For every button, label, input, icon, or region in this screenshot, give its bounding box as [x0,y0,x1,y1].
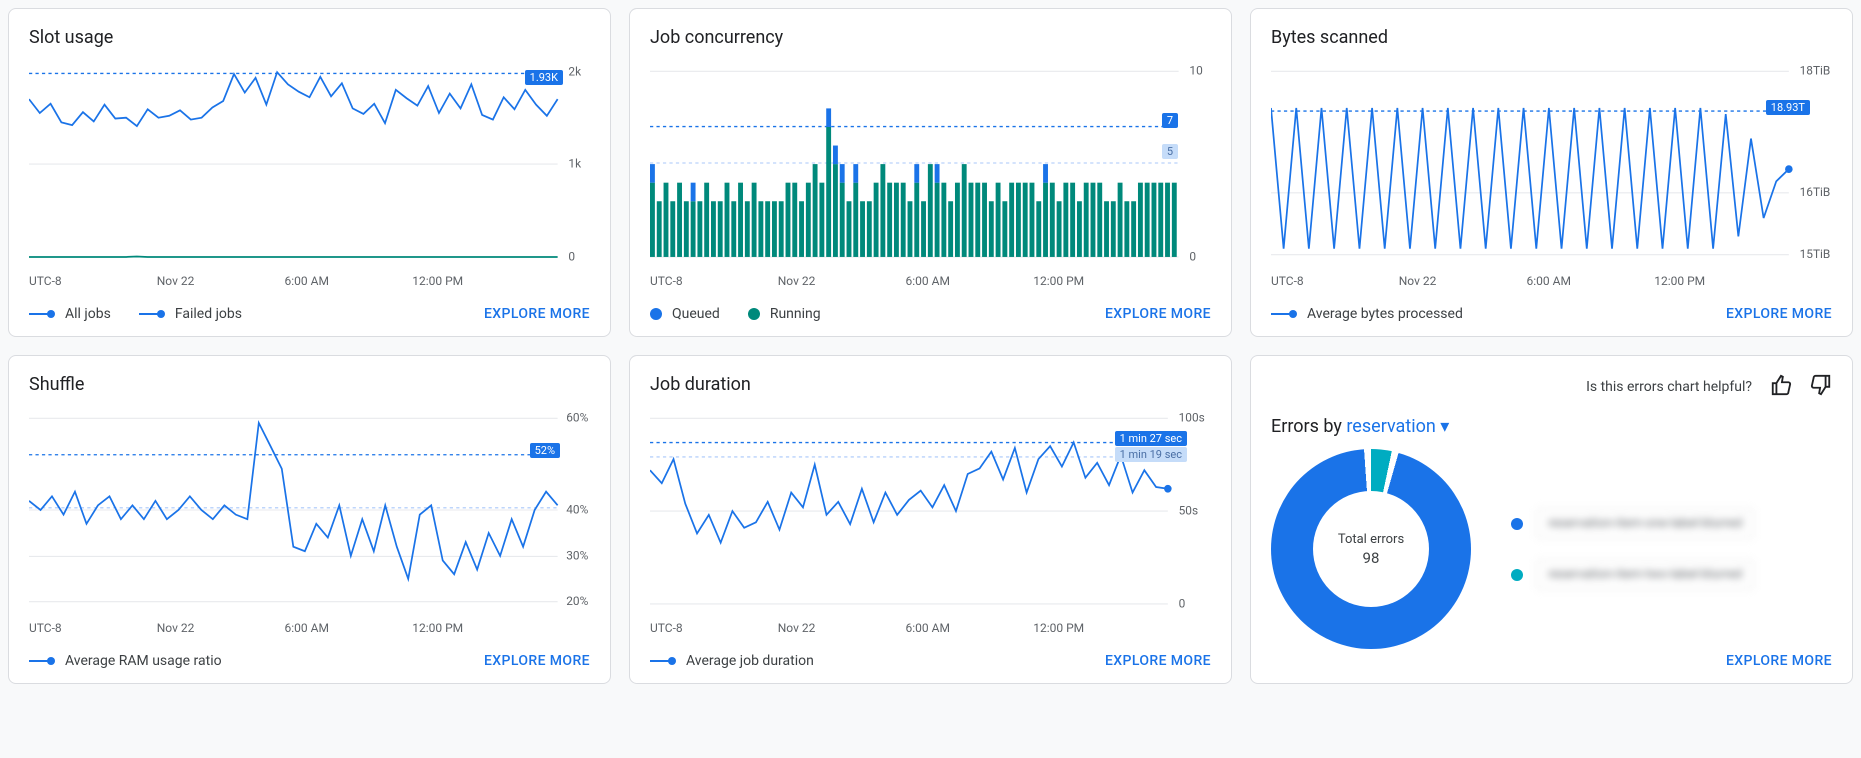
svg-text:30%: 30% [566,549,588,563]
explore-more-link[interactable]: EXPLORE MORE [1726,653,1832,669]
card-errors: Is this errors chart helpful? Errors by … [1250,355,1853,684]
svg-text:50s: 50s [1179,503,1198,517]
card-title: Job duration [650,374,1211,395]
card-slot-usage: Slot usage 2k 1k 0 1.93K UTC-8Nov 226:00… [8,8,611,337]
donut-chart: Total errors 98 [1271,449,1471,649]
explore-more-link[interactable]: EXPLORE MORE [484,306,590,322]
badge-light: 1 min 19 sec [1115,447,1187,462]
chart-shuffle: 60% 40% 30% 20% 52% [29,405,590,615]
svg-text:2k: 2k [568,65,582,79]
chart-job-duration: 100s 50s 0 1 min 27 sec 1 min 19 sec [650,405,1211,615]
errors-title: Errors by reservation ▾ [1271,416,1832,437]
legend-label: Average RAM usage ratio [65,653,222,669]
card-shuffle: Shuffle 60% 40% 30% 20% 52% UTC-8Nov 226… [8,355,611,684]
explore-more-link[interactable]: EXPLORE MORE [1105,653,1211,669]
card-title: Job concurrency [650,27,1211,48]
svg-text:60%: 60% [566,410,588,424]
explore-more-link[interactable]: EXPLORE MORE [484,653,590,669]
svg-text:0: 0 [1189,249,1196,263]
x-axis: UTC-8Nov 226:00 AM12:00 PM [650,274,1211,288]
groupby-dropdown[interactable]: reservation ▾ [1346,416,1449,437]
legend-item[interactable]: reservation-item-two-label-blurred [1511,560,1753,589]
svg-text:20%: 20% [566,594,588,608]
explore-more-link[interactable]: EXPLORE MORE [1105,306,1211,322]
svg-text:100s: 100s [1179,410,1205,424]
card-job-duration: Job duration 100s 50s 0 1 min 27 sec 1 m… [629,355,1232,684]
legend-label: Average job duration [686,653,814,669]
badge-light: 5 [1162,144,1178,159]
legend-label: Queued [672,306,720,322]
feedback-row: Is this errors chart helpful? [1271,374,1832,400]
svg-text:10: 10 [1189,63,1203,77]
legend: Average bytes processed [1271,306,1463,322]
svg-text:16TiB: 16TiB [1800,185,1831,199]
card-title: Slot usage [29,27,590,48]
card-title: Shuffle [29,374,590,395]
badge: 1 min 27 sec [1115,431,1187,446]
explore-more-link[interactable]: EXPLORE MORE [1726,306,1832,322]
svg-text:18TiB: 18TiB [1800,63,1831,77]
svg-text:1k: 1k [568,156,582,170]
donut-label: Total errors [1338,532,1404,547]
legend-label: Failed jobs [175,306,242,322]
x-axis: UTC-8Nov 226:00 AM12:00 PM [29,274,590,288]
feedback-text: Is this errors chart helpful? [1586,379,1752,395]
x-axis: UTC-8Nov 226:00 AM12:00 PM [1271,274,1832,288]
legend: Average job duration [650,653,814,669]
svg-text:40%: 40% [566,502,588,516]
chart-job-concurrency: 10 0 7 5 [650,58,1211,268]
card-job-concurrency: Job concurrency 10 0 7 5 UTC-8Nov 226:00… [629,8,1232,337]
legend: Average RAM usage ratio [29,653,222,669]
donut-value: 98 [1338,549,1404,567]
legend-label: Running [770,306,821,322]
dashboard-grid: Slot usage 2k 1k 0 1.93K UTC-8Nov 226:00… [8,8,1853,684]
svg-text:0: 0 [568,249,575,263]
card-title: Bytes scanned [1271,27,1832,48]
badge: 7 [1162,113,1178,128]
chart-slot-usage: 2k 1k 0 1.93K [29,58,590,268]
legend: Queued Running [650,306,821,322]
legend-label: All jobs [65,306,111,322]
legend-item[interactable]: reservation-item-one-label-blurred [1511,509,1753,538]
badge: 1.93K [525,70,563,85]
x-axis: UTC-8Nov 226:00 AM12:00 PM [650,621,1211,635]
svg-text:15TiB: 15TiB [1800,247,1831,261]
thumbs-down-icon[interactable] [1810,374,1832,400]
legend-label: Average bytes processed [1307,306,1463,322]
chart-bytes-scanned: 18TiB 16TiB 15TiB 18.93T [1271,58,1832,268]
errors-legend: reservation-item-one-label-blurred reser… [1511,509,1753,589]
svg-text:0: 0 [1179,596,1186,610]
badge: 18.93T [1766,100,1810,115]
card-bytes-scanned: Bytes scanned 18TiB 16TiB 15TiB 18.93T U… [1250,8,1853,337]
legend: All jobs Failed jobs [29,306,242,322]
thumbs-up-icon[interactable] [1770,374,1792,400]
badge: 52% [530,443,560,458]
x-axis: UTC-8Nov 226:00 AM12:00 PM [29,621,590,635]
